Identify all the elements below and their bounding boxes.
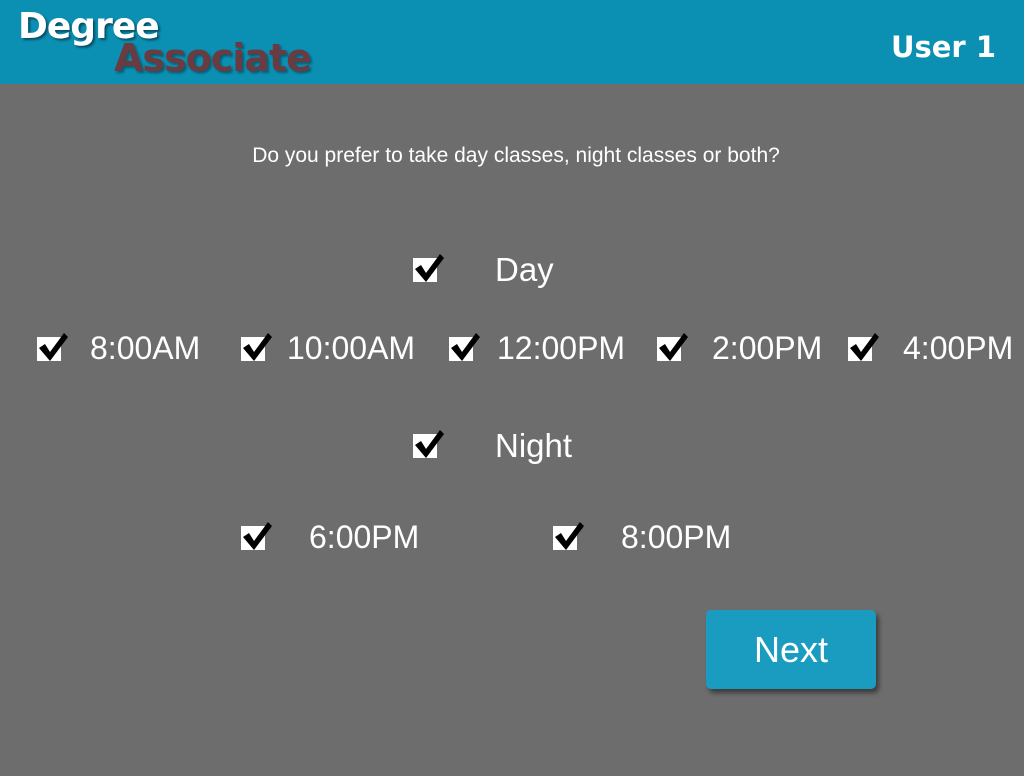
time-checkbox[interactable] <box>657 332 688 361</box>
logo-associate: Associate <box>114 36 312 80</box>
checkmark-icon <box>415 254 444 282</box>
option-day-time-5[interactable]: 4:00PM <box>848 330 1013 367</box>
next-button[interactable]: Next <box>706 610 876 689</box>
question-text: Do you prefer to take day classes, night… <box>252 144 780 167</box>
time-label: 4:00PM <box>903 330 1014 366</box>
option-night-time-1[interactable]: 6:00PM <box>241 519 419 556</box>
option-day[interactable]: Day <box>413 251 554 289</box>
time-checkbox[interactable] <box>553 521 584 550</box>
time-checkbox[interactable] <box>241 332 272 361</box>
option-day-time-2[interactable]: 10:00AM <box>241 330 415 367</box>
time-label: 2:00PM <box>712 330 823 366</box>
checkmark-icon <box>39 332 68 361</box>
option-day-time-3[interactable]: 12:00PM <box>449 330 625 367</box>
time-label: 6:00PM <box>309 519 420 555</box>
option-night[interactable]: Night <box>413 427 572 465</box>
time-label: 8:00AM <box>90 330 201 366</box>
option-day-time-1[interactable]: 8:00AM <box>37 330 200 367</box>
time-label: 10:00AM <box>287 330 416 366</box>
checkmark-icon <box>555 521 584 550</box>
time-checkbox[interactable] <box>848 332 879 361</box>
checkmark-icon <box>850 332 879 361</box>
time-checkbox[interactable] <box>449 332 480 361</box>
time-checkbox[interactable] <box>241 521 272 550</box>
checkmark-icon <box>243 521 272 550</box>
night-label: Night <box>495 427 573 464</box>
day-checkbox[interactable] <box>413 254 444 282</box>
checkmark-icon <box>415 430 444 458</box>
user-label: User 1 <box>890 30 996 64</box>
time-label: 8:00PM <box>621 519 732 555</box>
header-bar: Degree Associate User 1 <box>0 0 1024 84</box>
checkmark-icon <box>451 332 480 361</box>
time-label: 12:00PM <box>497 330 626 366</box>
time-checkbox[interactable] <box>37 332 68 361</box>
option-night-time-2[interactable]: 8:00PM <box>553 519 731 556</box>
day-label: Day <box>495 251 554 288</box>
checkmark-icon <box>659 332 688 361</box>
option-day-time-4[interactable]: 2:00PM <box>657 330 822 367</box>
night-checkbox[interactable] <box>413 430 444 458</box>
checkmark-icon <box>243 332 272 361</box>
